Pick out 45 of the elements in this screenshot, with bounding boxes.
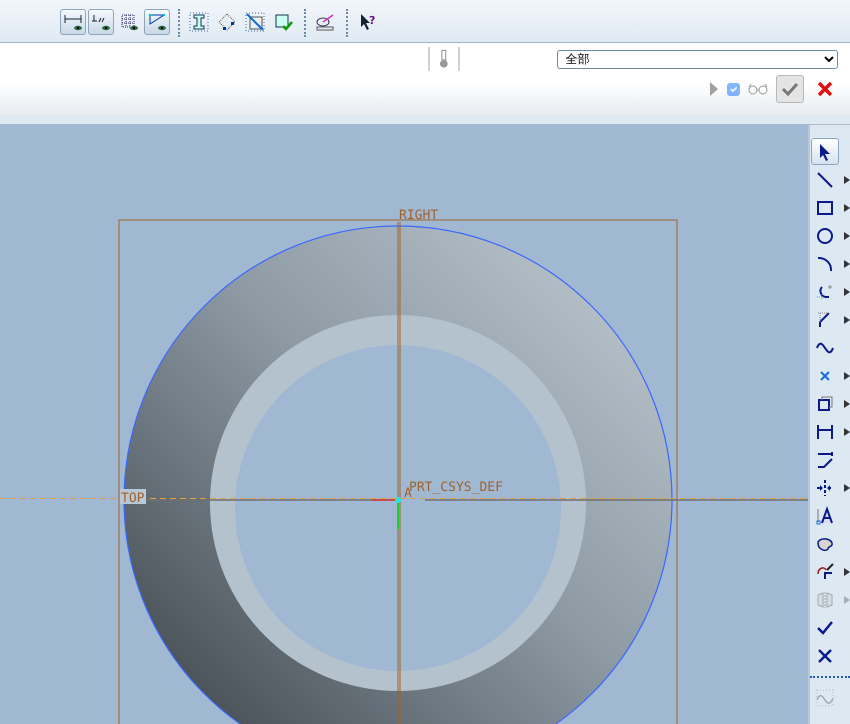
caret-icon[interactable]: [844, 288, 850, 296]
triangle-eye-icon: [147, 12, 167, 32]
plane-label: TOP: [121, 491, 144, 506]
caret-icon[interactable]: [844, 484, 850, 492]
circle-icon: [815, 226, 835, 246]
csys-x-axis: [372, 499, 396, 501]
caret-icon[interactable]: [844, 316, 850, 324]
glasses-icon[interactable]: [748, 83, 768, 95]
square-check-icon: [273, 12, 293, 32]
crossed-square-icon: [245, 12, 265, 32]
mirror-icon: [815, 590, 835, 610]
offset-square-icon: [815, 394, 835, 414]
close-icon: [817, 81, 833, 97]
ruler-curve-icon: [315, 12, 335, 32]
plane-label: RIGHT: [399, 208, 438, 223]
checkmark-icon: [781, 82, 799, 96]
toolbar-button[interactable]: [60, 9, 86, 35]
sketch-tool-button[interactable]: [811, 138, 839, 165]
caret-icon[interactable]: [844, 260, 850, 268]
wave-icon: [815, 688, 835, 708]
caret-icon[interactable]: [844, 428, 850, 436]
toolbar-button[interactable]: ?: [354, 9, 380, 35]
line-icon: [815, 170, 835, 190]
toolbar-button[interactable]: [144, 9, 170, 35]
caret-icon[interactable]: [844, 176, 850, 184]
axis-label: A: [404, 486, 412, 501]
use-edge-icon: [815, 562, 835, 582]
caret-icon[interactable]: [844, 568, 850, 576]
dotted-diamond-icon: [217, 12, 237, 32]
caret-icon[interactable]: [844, 204, 850, 212]
caret-icon[interactable]: [844, 400, 850, 408]
caret-icon[interactable]: [844, 232, 850, 240]
caret-icon[interactable]: [844, 372, 850, 380]
thermometer-icon[interactable]: [439, 49, 449, 69]
modify-dimension-icon: [815, 450, 835, 470]
csys-y-axis: [397, 503, 399, 529]
text-icon: [815, 506, 835, 526]
toolbar-button[interactable]: [88, 9, 114, 35]
dimension-eye-icon: [63, 12, 83, 32]
constraint-eye-icon: [91, 12, 111, 32]
filter-dropdown[interactable]: 全部: [556, 50, 838, 68]
beam-section-icon: [189, 12, 209, 32]
help-question-mark: ?: [369, 14, 376, 27]
grid-eye-icon: [119, 12, 139, 32]
csys-origin: [395, 497, 401, 503]
